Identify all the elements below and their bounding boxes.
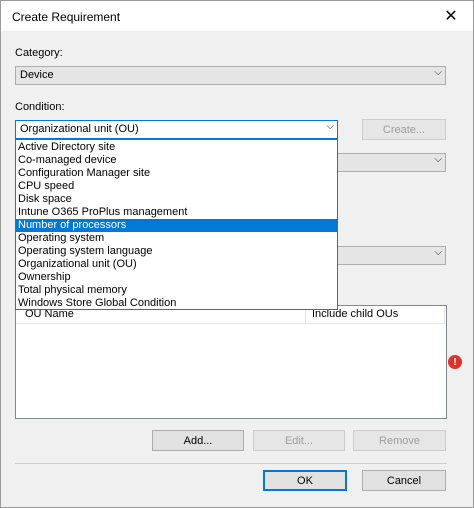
add-button[interactable]: Add... — [152, 430, 244, 451]
close-icon[interactable]: ✕ — [429, 1, 473, 31]
condition-option[interactable]: Ownership — [16, 271, 337, 284]
dialog-title: Create Requirement — [12, 10, 121, 24]
create-requirement-dialog: Create Requirement ✕ Category: Device ⌵ … — [0, 0, 474, 508]
condition-option[interactable]: Configuration Manager site — [16, 167, 337, 180]
condition-option-selected[interactable]: Number of processors — [16, 219, 337, 232]
condition-value: Organizational unit (OU) — [20, 123, 139, 135]
title-bar: Create Requirement ✕ — [1, 1, 473, 31]
footer-divider — [15, 463, 447, 464]
column-separator — [444, 306, 445, 324]
category-value: Device — [20, 69, 54, 81]
edit-button[interactable]: Edit... — [253, 430, 345, 451]
condition-option[interactable]: Active Directory site — [16, 141, 337, 154]
condition-option[interactable]: CPU speed — [16, 180, 337, 193]
ok-button[interactable]: OK — [263, 470, 347, 491]
chevron-down-icon: ⌵ — [326, 121, 334, 132]
create-button[interactable]: Create... — [362, 119, 446, 140]
cancel-button[interactable]: Cancel — [362, 470, 446, 491]
condition-label: Condition: — [15, 101, 65, 113]
error-icon: ! — [448, 355, 462, 369]
category-select[interactable]: Device ⌵ — [15, 66, 446, 85]
condition-option[interactable]: Operating system — [16, 232, 337, 245]
category-label: Category: — [15, 47, 63, 59]
condition-option[interactable]: Intune O365 ProPlus management — [16, 206, 337, 219]
chevron-down-icon: ⌵ — [434, 154, 442, 165]
condition-option[interactable]: Organizational unit (OU) — [16, 258, 337, 271]
remove-button[interactable]: Remove — [353, 430, 446, 451]
condition-option[interactable]: Disk space — [16, 193, 337, 206]
condition-option[interactable]: Operating system language — [16, 245, 337, 258]
chevron-down-icon: ⌵ — [434, 247, 442, 258]
condition-option[interactable]: Co-managed device — [16, 154, 337, 167]
chevron-down-icon: ⌵ — [434, 67, 442, 78]
condition-option[interactable]: Windows Store Global Condition — [16, 297, 337, 310]
ou-list[interactable]: OU Name Include child OUs — [15, 305, 447, 419]
condition-option[interactable]: Total physical memory — [16, 284, 337, 297]
condition-select[interactable]: Organizational unit (OU) ⌵ — [15, 120, 338, 139]
condition-dropdown-list[interactable]: Active Directory site Co-managed device … — [15, 139, 338, 310]
